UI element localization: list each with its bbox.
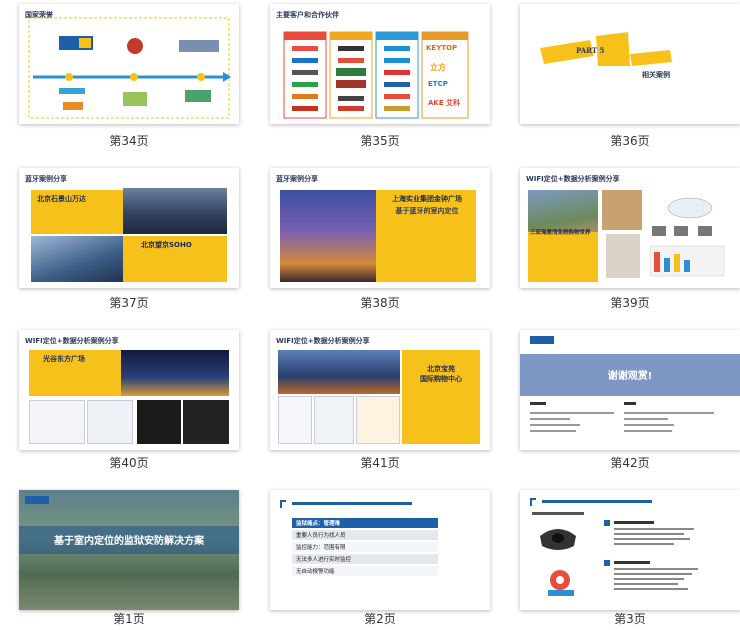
page-number-label: 第37页: [109, 296, 149, 310]
building-photo: [280, 190, 376, 282]
slide-preview[interactable]: WIFI定位+数据分析案例分享 北京宝苑 国际购物中心: [270, 330, 490, 450]
case-name: 北京石景山万达: [37, 195, 86, 203]
case-name: 光谷东方广场: [43, 355, 85, 363]
solution-diagram: [532, 512, 698, 596]
page-number-label: 第41页: [360, 456, 400, 470]
slide-preview[interactable]: 基于室内定位的监狱安防解决方案: [19, 490, 239, 610]
building-photo: [123, 188, 227, 234]
case-name: 三亚海棠湾免税购物世界: [530, 230, 591, 236]
building-photo: [528, 190, 598, 232]
slide-preview[interactable]: 监狱痛点：管理难 重要人员行为找人员 监控能力：范围有限 无法多人进行实时监控 …: [270, 490, 490, 610]
slide-title: 蓝牙案例分享: [276, 175, 318, 183]
slide-title-bar: [292, 502, 412, 505]
dark-screenshot: [183, 400, 229, 444]
slide-preview[interactable]: WIFI定位+数据分析案例分享 光谷东方广场: [19, 330, 239, 450]
logo-ake: AKE 艾科: [428, 99, 461, 107]
page-number-label: 第42页: [610, 456, 650, 470]
logo-lifang: 立方: [430, 63, 446, 72]
case-box: [528, 232, 598, 282]
logo-etcp: ETCP: [428, 80, 448, 88]
timeline-graphic: [28, 17, 231, 119]
table-row-text: 无法多人进行实时监控: [296, 557, 352, 563]
slide-title: WIFI定位+数据分析案例分享: [276, 337, 370, 345]
slide-title: 蓝牙案例分享: [25, 175, 67, 183]
page-number-label: 第35页: [360, 134, 400, 148]
page-number-label: 第39页: [610, 296, 650, 310]
corner-bracket: [280, 500, 286, 508]
slide-preview[interactable]: PART 5 相关案例: [520, 4, 740, 124]
slide-preview[interactable]: [520, 490, 740, 610]
table-row-text: 无自动报警功能: [296, 569, 335, 575]
thanks-text: 谢谢观赏!: [607, 371, 653, 382]
page-number-label: 第34页: [109, 134, 149, 148]
network-diagram: [602, 190, 725, 278]
table-row-text: 监控能力：范围有限: [296, 545, 346, 551]
mall-photo: [121, 350, 229, 396]
part-label: PART 5: [576, 46, 605, 55]
slide-preview[interactable]: 谢谢观赏!: [520, 330, 740, 450]
case-subtitle: 基于蓝牙的室内定位: [395, 207, 459, 215]
page-number-label: 第36页: [610, 134, 650, 148]
contact-info-block: [530, 402, 714, 432]
slide-title: WIFI定位+数据分析案例分享: [25, 337, 119, 345]
building-photo: [31, 236, 123, 282]
case-name: 北京宝苑: [427, 365, 455, 373]
page-number-label: 第40页: [109, 456, 149, 470]
case-name: 北京望京SOHO: [141, 241, 192, 249]
cover-title: 基于室内定位的监狱安防解决方案: [54, 536, 204, 547]
table-row-text: 重要人员行为找人员: [296, 533, 346, 539]
app-screenshot: [314, 396, 354, 444]
slide-preview[interactable]: 主要客户和合作伙伴 KEYTOP 立方 ETCP AKE 艾科: [270, 4, 490, 124]
company-logo: [530, 336, 554, 344]
page-number-label: 第1页: [113, 612, 145, 626]
floorplan-screenshot: [87, 400, 133, 444]
corner-bracket: [530, 498, 536, 506]
slide-title: WIFI定位+数据分析案例分享: [526, 175, 620, 183]
case-name: 上海实业集团金钟广场: [392, 195, 462, 203]
slide-preview[interactable]: 蓝牙案例分享 上海实业集团金钟广场 基于蓝牙的室内定位: [270, 168, 490, 288]
slide-title-bar: [542, 500, 652, 503]
app-screenshot: [278, 396, 312, 444]
company-logo: [25, 496, 49, 504]
page-number-label: 第2页: [364, 612, 396, 626]
dashboard-screenshot: [29, 400, 85, 444]
page-number-label: 第3页: [614, 612, 646, 626]
dark-screenshot: [137, 400, 181, 444]
slide-preview[interactable]: WIFI定位+数据分析案例分享 三亚海棠湾免税购物世界: [520, 168, 740, 288]
mall-photo: [278, 350, 400, 394]
app-screenshot: [356, 396, 400, 444]
slide-thumbnail-grid: 国家荣誉 第34页 主要客户和合作伙伴 KEYTOP 立方 ETCP AKE 艾…: [0, 0, 740, 630]
page-number-label: 第38页: [360, 296, 400, 310]
slide-preview[interactable]: 国家荣誉: [19, 4, 239, 124]
table-header-text: 监狱痛点：管理难: [296, 521, 341, 527]
part-banner-graphic: [540, 32, 672, 66]
case-subtitle: 国际购物中心: [420, 375, 462, 383]
section-subtitle: 相关案例: [642, 71, 670, 79]
logo-keytop: KEYTOP: [426, 44, 458, 52]
slide-preview[interactable]: 蓝牙案例分享 北京石景山万达 北京望京SOHO: [19, 168, 239, 288]
